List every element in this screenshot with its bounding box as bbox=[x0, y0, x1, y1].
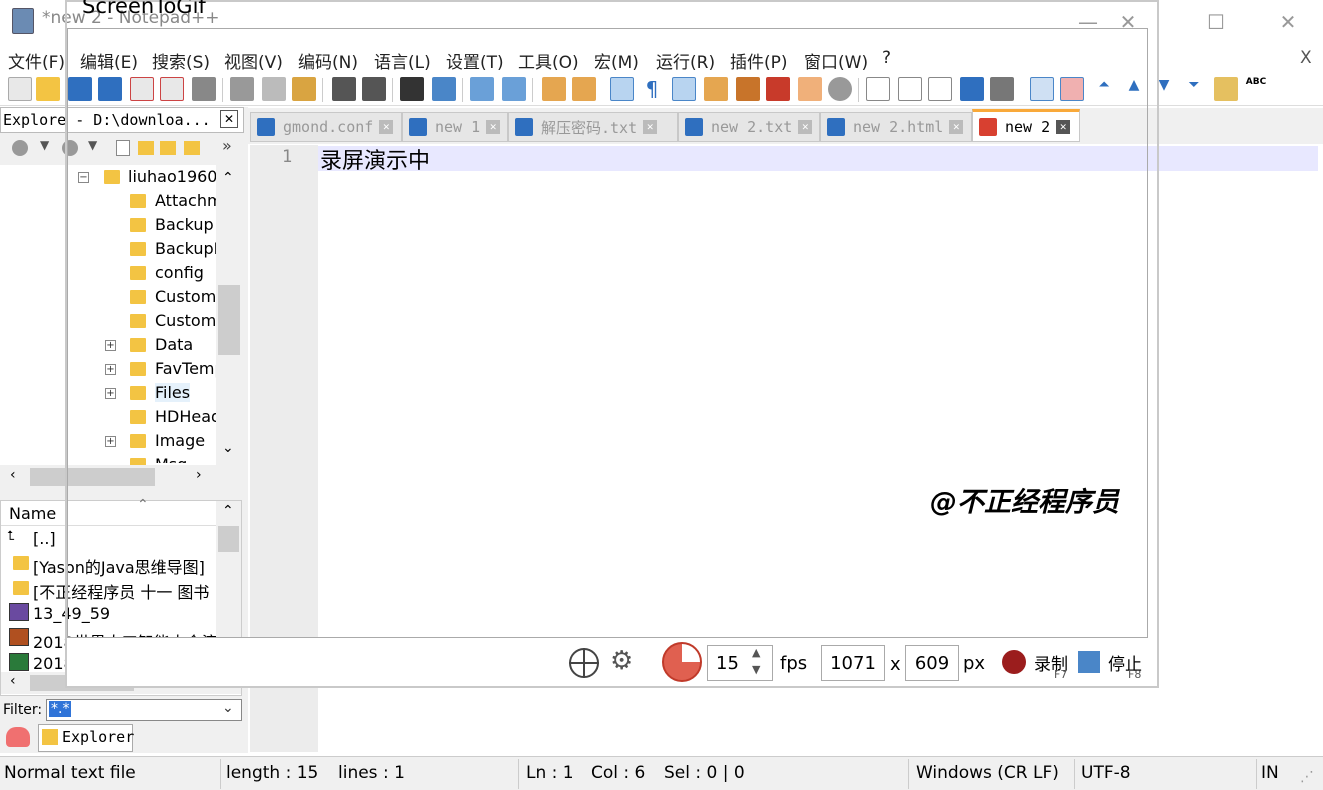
explorer-tab-label: Explorer bbox=[62, 728, 135, 746]
status-length: length : 15 bbox=[226, 763, 319, 783]
width-input[interactable]: 1071 bbox=[821, 645, 885, 681]
scroll-left-icon[interactable]: ‹ bbox=[10, 673, 16, 689]
status-separator bbox=[908, 759, 909, 789]
filter-value[interactable]: *.* bbox=[49, 701, 72, 717]
times-label: x bbox=[890, 654, 901, 675]
crosshair-v bbox=[583, 648, 585, 678]
clipboard-history-icon[interactable] bbox=[1214, 77, 1238, 101]
back-icon[interactable] bbox=[12, 140, 28, 156]
window-close-button[interactable]: ✕ bbox=[1270, 6, 1306, 38]
ppt-file-icon bbox=[9, 628, 29, 646]
app-icon bbox=[12, 8, 34, 34]
parent-folder-icon: ⮤ bbox=[7, 529, 15, 544]
menu-file[interactable]: 文件(F) bbox=[8, 48, 65, 73]
status-file-type: Normal text file bbox=[4, 763, 136, 783]
status-separator bbox=[518, 759, 519, 789]
fps-down-icon[interactable]: ▼ bbox=[752, 663, 760, 676]
status-bar: Normal text file length : 15 lines : 1 L… bbox=[0, 756, 1323, 790]
column-header-name[interactable]: Name bbox=[9, 504, 56, 523]
open-file-icon[interactable] bbox=[36, 77, 60, 101]
gear-icon[interactable]: ⚙ bbox=[610, 646, 633, 676]
fps-label: fps bbox=[780, 653, 808, 674]
new-file-icon[interactable] bbox=[8, 77, 32, 101]
last-bookmark-icon[interactable]: ⏷ bbox=[1182, 77, 1206, 101]
filter-combo[interactable] bbox=[46, 699, 242, 721]
status-col: Col : 6 bbox=[591, 763, 646, 783]
menu-close-doc[interactable]: X bbox=[1300, 48, 1312, 68]
fps-dial-icon[interactable] bbox=[662, 642, 702, 682]
resize-grip-icon[interactable]: ⋰ bbox=[1300, 769, 1314, 785]
status-ln: Ln : 1 bbox=[526, 763, 574, 783]
scroll-left-icon[interactable]: ‹ bbox=[10, 467, 16, 483]
status-encoding[interactable]: UTF-8 bbox=[1081, 763, 1131, 783]
explorer-tab-icon bbox=[42, 729, 58, 745]
list-item[interactable]: [..] bbox=[33, 529, 56, 548]
status-sel: Sel : 0 | 0 bbox=[664, 763, 745, 783]
status-separator bbox=[220, 759, 221, 789]
record-icon[interactable] bbox=[1002, 650, 1026, 674]
fps-up-icon[interactable]: ▲ bbox=[752, 646, 760, 659]
height-value: 609 bbox=[914, 652, 950, 674]
excel-file-icon bbox=[9, 653, 29, 671]
status-lines: lines : 1 bbox=[338, 763, 405, 783]
filter-label: Filter: bbox=[3, 702, 43, 718]
status-mode: IN bbox=[1261, 763, 1279, 783]
maximize-button[interactable]: ☐ bbox=[1198, 6, 1234, 38]
stop-shortcut: F8 bbox=[1128, 668, 1142, 681]
chevron-down-icon[interactable]: ⌄ bbox=[222, 700, 234, 716]
fps-input[interactable]: 15 bbox=[707, 645, 773, 681]
recording-area bbox=[67, 28, 1148, 638]
screentogif-title: ScreenToGif bbox=[82, 0, 206, 18]
fps-value: 15 bbox=[716, 652, 739, 674]
record-shortcut: F7 bbox=[1054, 668, 1068, 681]
chevron-down-icon[interactable]: ▼ bbox=[40, 138, 49, 152]
folder-icon bbox=[13, 581, 29, 595]
folder-icon bbox=[13, 556, 29, 570]
stop-icon[interactable] bbox=[1078, 651, 1100, 673]
width-value: 1071 bbox=[830, 652, 876, 674]
status-separator bbox=[1256, 759, 1257, 789]
status-separator bbox=[1074, 759, 1075, 789]
height-input[interactable]: 609 bbox=[905, 645, 959, 681]
spell-check-icon[interactable]: ABC bbox=[1244, 77, 1268, 101]
rar-file-icon bbox=[9, 603, 29, 621]
status-eol[interactable]: Windows (CR LF) bbox=[916, 763, 1059, 783]
favorites-tab-icon[interactable] bbox=[6, 727, 30, 747]
px-label: px bbox=[963, 653, 986, 674]
